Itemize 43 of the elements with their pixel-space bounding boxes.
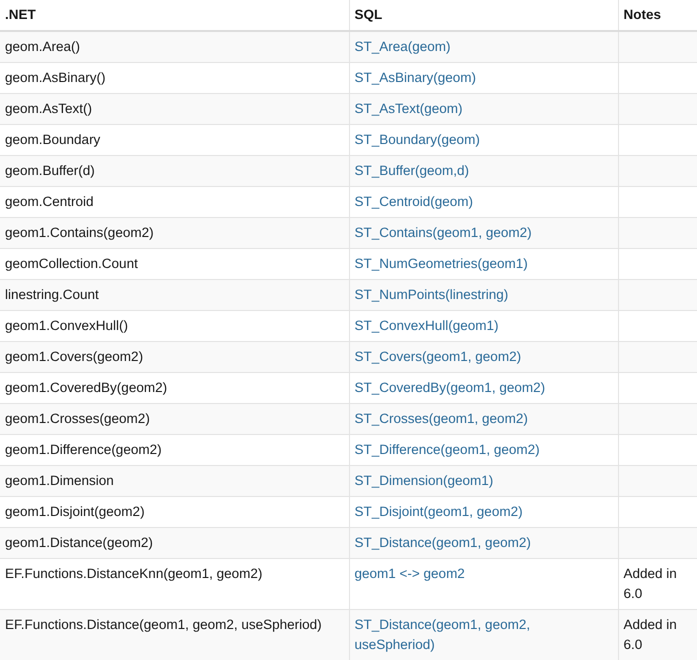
sql-link[interactable]: ST_Difference(geom1, geom2) <box>354 440 540 460</box>
table-cell: Added in 6.0 <box>624 617 677 652</box>
sql-link[interactable]: ST_NumGeometries(geom1) <box>354 254 528 274</box>
sql-link[interactable]: ST_Disjoint(geom1, geom2) <box>354 502 523 522</box>
table-cell: geom1.ConvexHull() <box>5 318 128 333</box>
sql-link[interactable]: ST_AsBinary(geom) <box>354 68 476 88</box>
sql-link[interactable]: ST_ConvexHull(geom1) <box>354 316 499 336</box>
sql-link[interactable]: ST_Buffer(geom,d) <box>354 161 470 181</box>
sql-link[interactable]: ST_Distance(geom1, geom2, useSpheriod) <box>354 615 554 655</box>
table-cell: geom1.Distance(geom2) <box>5 535 153 550</box>
table-cell: geom1.Disjoint(geom2) <box>5 504 145 519</box>
sql-link[interactable]: ST_Boundary(geom) <box>354 130 480 150</box>
sql-link[interactable]: ST_NumPoints(linestring) <box>354 285 508 305</box>
table-cell: geom1.Crosses(geom2) <box>5 411 150 426</box>
sql-link[interactable]: ST_Contains(geom1, geom2) <box>354 223 532 243</box>
sql-link[interactable]: ST_Crosses(geom1, geom2) <box>354 409 528 429</box>
column-header: Notes <box>624 7 662 22</box>
table-cell: geom.AsText() <box>5 101 92 116</box>
table-cell: geom1.Difference(geom2) <box>5 442 162 457</box>
table-cell: EF.Functions.Distance(geom1, geom2, useSpheriod) <box>5 617 322 632</box>
table-cell: geom1.CoveredBy(geom2) <box>5 380 168 395</box>
table-cell: geom.Buffer(d) <box>5 163 95 178</box>
table-cell: linestring.Count <box>5 287 99 302</box>
table-cell: geom.Boundary <box>5 132 100 147</box>
table-cell: geomCollection.Count <box>5 256 138 271</box>
sql-link[interactable]: ST_AsText(geom) <box>354 99 463 119</box>
table-cell: geom.AsBinary() <box>5 70 106 85</box>
sql-link[interactable]: geom1 <-> geom2 <box>354 564 465 584</box>
column-header: SQL <box>354 7 382 22</box>
table-cell: geom.Centroid <box>5 194 94 209</box>
table-cell: geom1.Dimension <box>5 473 114 488</box>
table-cell: EF.Functions.DistanceKnn(geom1, geom2) <box>5 566 262 581</box>
sql-link[interactable]: ST_CoveredBy(geom1, geom2) <box>354 378 546 398</box>
sql-link[interactable]: ST_Covers(geom1, geom2) <box>354 347 522 367</box>
column-header: .NET <box>5 7 36 22</box>
sql-link[interactable]: ST_Dimension(geom1) <box>354 471 494 491</box>
sql-link[interactable]: ST_Area(geom) <box>354 37 451 57</box>
sql-link[interactable]: ST_Centroid(geom) <box>354 192 474 212</box>
sql-link[interactable]: ST_Distance(geom1, geom2) <box>354 533 531 553</box>
table-cell: geom1.Contains(geom2) <box>5 225 154 240</box>
table-cell: geom1.Covers(geom2) <box>5 349 144 364</box>
table-cell: geom.Area() <box>5 39 80 54</box>
table-cell: Added in 6.0 <box>624 566 677 601</box>
